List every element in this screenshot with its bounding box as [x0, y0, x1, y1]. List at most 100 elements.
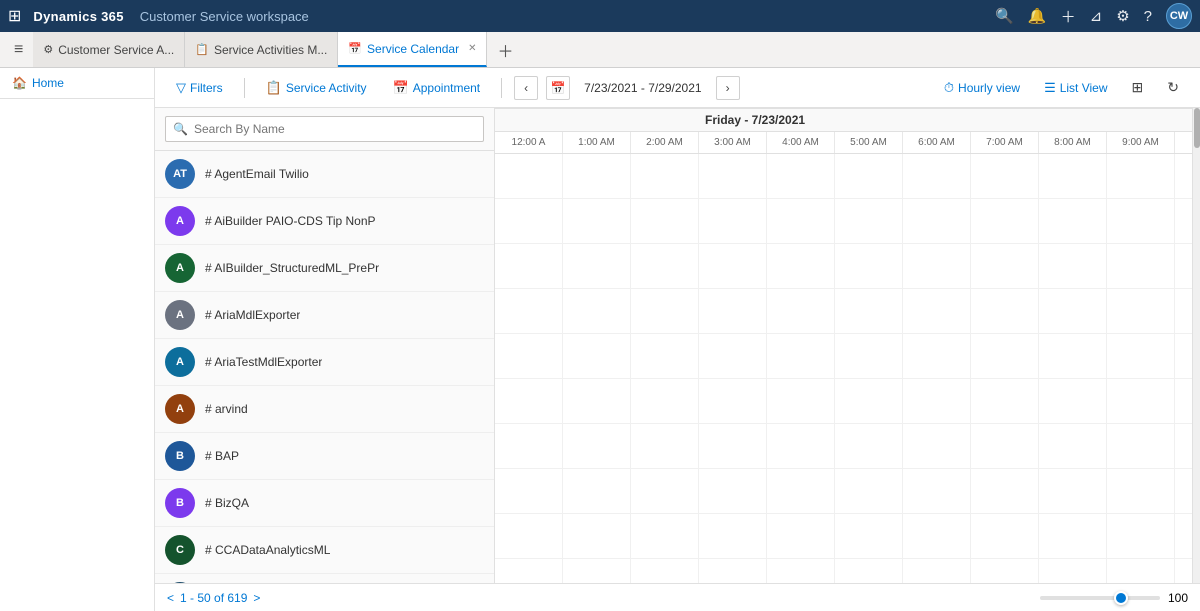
list-item[interactable]: A # AriaMdlExporter: [155, 292, 494, 339]
list-item[interactable]: A # AriaTestMdlExporter: [155, 339, 494, 386]
list-view-button[interactable]: ☰ List View: [1035, 75, 1116, 101]
calendar-cell[interactable]: [835, 199, 903, 243]
calendar-cell[interactable]: [1039, 244, 1107, 288]
calendar-cell[interactable]: [835, 334, 903, 378]
list-item[interactable]: A # AiBuilder PAIO-CDS Tip NonP: [155, 198, 494, 245]
calendar-cell[interactable]: [767, 199, 835, 243]
calendar-cell[interactable]: [971, 559, 1039, 583]
calendar-cell[interactable]: [767, 289, 835, 333]
calendar-cell[interactable]: [835, 469, 903, 513]
calendar-cell[interactable]: [699, 424, 767, 468]
calendar-cell[interactable]: [563, 199, 631, 243]
calendar-cell[interactable]: [631, 424, 699, 468]
calendar-cell[interactable]: [1107, 424, 1175, 468]
calendar-cell[interactable]: [1039, 559, 1107, 583]
calendar-cell[interactable]: [563, 559, 631, 583]
tab-customer-service[interactable]: ⚙ Customer Service A...: [33, 32, 185, 67]
calendar-cell[interactable]: [971, 469, 1039, 513]
calendar-cell[interactable]: [903, 334, 971, 378]
calendar-cell[interactable]: [495, 154, 563, 198]
calendar-cell[interactable]: [971, 514, 1039, 558]
search-icon[interactable]: 🔍: [995, 7, 1014, 25]
calendar-cell[interactable]: [1175, 199, 1192, 243]
calendar-cell[interactable]: [767, 244, 835, 288]
calendar-cell[interactable]: [835, 154, 903, 198]
calendar-cell[interactable]: [631, 559, 699, 583]
scrollbar-thumb[interactable]: [1194, 108, 1200, 148]
calendar-cell[interactable]: [1107, 199, 1175, 243]
calendar-cell[interactable]: [767, 559, 835, 583]
calendar-cell[interactable]: [1175, 244, 1192, 288]
zoom-slider[interactable]: [1040, 596, 1160, 600]
list-item[interactable]: AT # AgentEmail Twilio: [155, 151, 494, 198]
calendar-cell[interactable]: [1107, 334, 1175, 378]
calendar-cell[interactable]: [903, 469, 971, 513]
tab-add-button[interactable]: ＋: [487, 32, 523, 67]
calendar-cell[interactable]: [1039, 334, 1107, 378]
calendar-cell[interactable]: [767, 424, 835, 468]
calendar-cell[interactable]: [699, 559, 767, 583]
calendar-cell[interactable]: [1107, 469, 1175, 513]
calendar-cell[interactable]: [1107, 514, 1175, 558]
calendar-cell[interactable]: [495, 244, 563, 288]
calendar-cell[interactable]: [631, 514, 699, 558]
calendar-cell[interactable]: [971, 244, 1039, 288]
list-item[interactable]: CB # CCl Bots: [155, 574, 494, 583]
calendar-cell[interactable]: [1107, 244, 1175, 288]
calendar-cell[interactable]: [631, 244, 699, 288]
calendar-cell[interactable]: [495, 514, 563, 558]
calendar-cell[interactable]: [971, 379, 1039, 423]
calendar-cell[interactable]: [495, 199, 563, 243]
calendar-cell[interactable]: [903, 559, 971, 583]
calendar-cell[interactable]: [971, 424, 1039, 468]
help-icon[interactable]: ?: [1144, 8, 1152, 25]
calendar-cell[interactable]: [1175, 154, 1192, 198]
calendar-cell[interactable]: [835, 379, 903, 423]
calendar-cell[interactable]: [835, 559, 903, 583]
calendar-cell[interactable]: [971, 199, 1039, 243]
calendar-cell[interactable]: [1039, 154, 1107, 198]
calendar-cell[interactable]: [767, 154, 835, 198]
calendar-cell[interactable]: [835, 244, 903, 288]
tab-service-calendar[interactable]: 📅 Service Calendar ✕: [338, 32, 487, 67]
calendar-cell[interactable]: [631, 154, 699, 198]
calendar-cell[interactable]: [903, 379, 971, 423]
calendar-cell[interactable]: [495, 334, 563, 378]
calendar-cell[interactable]: [971, 334, 1039, 378]
calendar-icon-btn[interactable]: 📅: [546, 76, 570, 100]
calendar-cell[interactable]: [495, 469, 563, 513]
list-item[interactable]: A # AIBuilder_StructuredML_PrePr: [155, 245, 494, 292]
hourly-view-button[interactable]: ⏱ Hourly view: [935, 75, 1029, 101]
calendar-cell[interactable]: [1107, 379, 1175, 423]
hamburger-menu[interactable]: ≡: [4, 32, 33, 67]
calendar-cell[interactable]: [1107, 289, 1175, 333]
calendar-cell[interactable]: [563, 244, 631, 288]
calendar-cell[interactable]: [1107, 154, 1175, 198]
calendar-cell[interactable]: [903, 199, 971, 243]
filter-icon[interactable]: ⊿: [1090, 7, 1103, 25]
calendar-cell[interactable]: [699, 469, 767, 513]
grid-menu-icon[interactable]: ⊞: [8, 6, 21, 26]
calendar-cell[interactable]: [1039, 289, 1107, 333]
calendar-cell[interactable]: [699, 379, 767, 423]
calendar-cell[interactable]: [495, 559, 563, 583]
calendar-cell[interactable]: [767, 514, 835, 558]
settings-icon[interactable]: ⚙: [1116, 7, 1129, 25]
calendar-cell[interactable]: [1175, 514, 1192, 558]
calendar-cell[interactable]: [767, 469, 835, 513]
calendar-cell[interactable]: [1175, 424, 1192, 468]
tab-service-activities[interactable]: 📋 Service Activities M...: [185, 32, 338, 67]
calendar-cell[interactable]: [1175, 289, 1192, 333]
column-view-button[interactable]: ⊞: [1123, 74, 1153, 101]
calendar-cell[interactable]: [903, 424, 971, 468]
list-item[interactable]: B # BizQA: [155, 480, 494, 527]
calendar-cell[interactable]: [495, 379, 563, 423]
calendar-cell[interactable]: [1039, 469, 1107, 513]
calendar-cell[interactable]: [563, 334, 631, 378]
calendar-cell[interactable]: [563, 424, 631, 468]
calendar-cell[interactable]: [699, 289, 767, 333]
appointment-button[interactable]: 📅 Appointment: [384, 75, 490, 101]
calendar-cell[interactable]: [1039, 424, 1107, 468]
calendar-cell[interactable]: [1039, 379, 1107, 423]
calendar-cell[interactable]: [495, 289, 563, 333]
